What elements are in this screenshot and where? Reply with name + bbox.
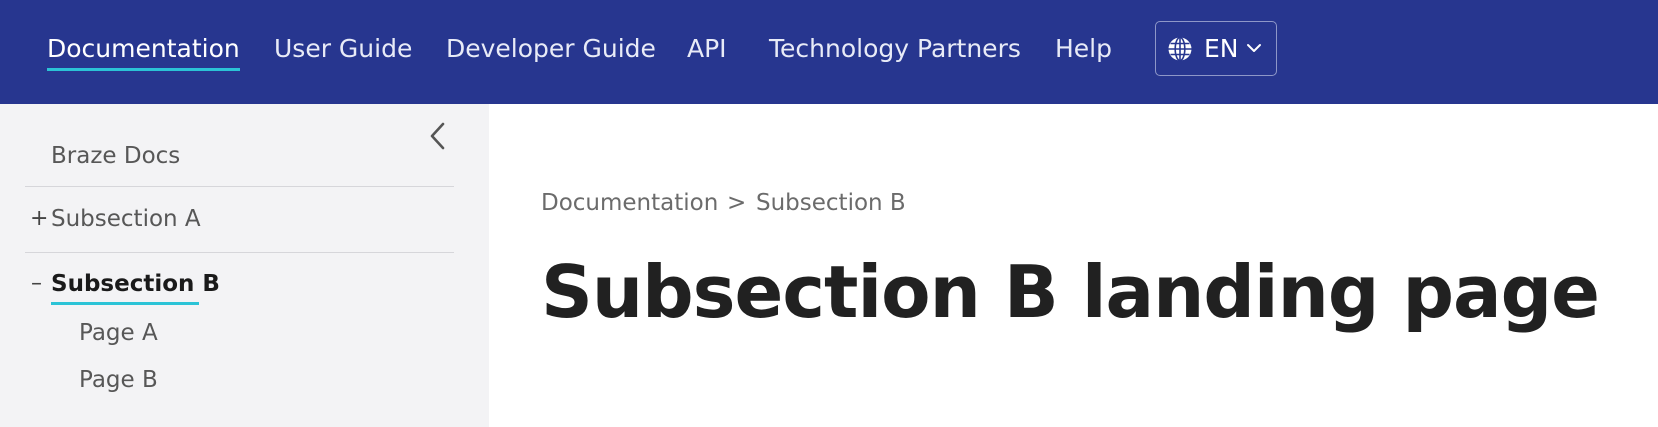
current-item-underline (51, 302, 199, 305)
language-label: EN (1204, 34, 1239, 63)
top-navigation: Documentation User Guide Developer Guide… (0, 0, 1658, 104)
chevron-left-icon[interactable] (425, 120, 451, 152)
nav-documentation[interactable]: Documentation (47, 31, 240, 71)
language-selector[interactable]: EN (1155, 21, 1277, 76)
nav-help[interactable]: Help (1055, 31, 1112, 67)
breadcrumb-separator: > (727, 190, 747, 216)
nav-active-underline (47, 68, 240, 71)
expand-icon[interactable]: + (30, 203, 48, 235)
chevron-down-icon (1247, 44, 1261, 52)
nav-api[interactable]: API (687, 31, 727, 67)
nav-developer-guide[interactable]: Developer Guide (446, 31, 656, 67)
collapse-icon[interactable]: – (31, 268, 42, 300)
sidebar-divider (25, 252, 454, 253)
page-title: Subsection B landing page (541, 250, 1600, 334)
sidebar-item-page-b[interactable]: Page B (79, 364, 158, 396)
sidebar-item-braze-docs[interactable]: Braze Docs (51, 140, 180, 172)
sidebar-item-subsection-a[interactable]: Subsection A (51, 203, 201, 235)
breadcrumb-item-documentation[interactable]: Documentation (541, 187, 718, 219)
sidebar: Braze Docs + Subsection A – Subsection B… (0, 104, 489, 427)
sidebar-divider (25, 186, 454, 187)
main-content: Documentation > Subsection B Subsection … (489, 104, 1658, 427)
nav-user-guide[interactable]: User Guide (274, 31, 412, 67)
nav-documentation-label: Documentation (47, 34, 240, 63)
globe-icon (1168, 36, 1192, 62)
sidebar-item-subsection-b[interactable]: Subsection B (51, 268, 220, 300)
breadcrumb-item-current: Subsection B (756, 190, 906, 216)
sidebar-item-page-a[interactable]: Page A (79, 317, 158, 349)
nav-technology-partners[interactable]: Technology Partners (769, 31, 1021, 67)
